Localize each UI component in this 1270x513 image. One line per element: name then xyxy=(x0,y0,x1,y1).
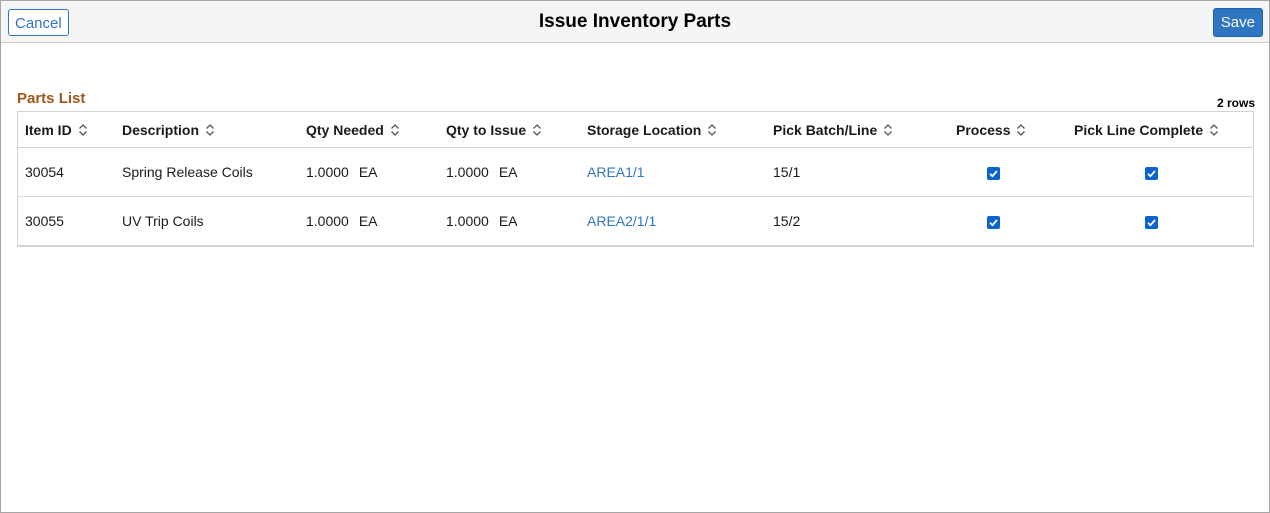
description-cell: UV Trip Coils xyxy=(122,213,204,229)
column-header-item-id[interactable]: Item ID xyxy=(25,112,88,147)
parts-list-title: Parts List xyxy=(17,90,86,107)
row-count: 2 rows xyxy=(1216,96,1255,110)
grid-header-row: Item ID Description Qty Needed Qty to Is… xyxy=(18,112,1253,148)
qty-needed-value: 1.0000 xyxy=(306,164,349,180)
qty-to-issue-unit: EA xyxy=(498,213,518,229)
qty-to-issue-value: 1.0000 xyxy=(446,213,489,229)
pick-line-complete-cell xyxy=(1145,197,1158,245)
sort-icon[interactable] xyxy=(532,123,542,137)
process-checkbox[interactable] xyxy=(987,166,1000,180)
storage-location-cell: AREA2/1/1 xyxy=(587,197,656,245)
column-header-storage-location[interactable]: Storage Location xyxy=(587,112,717,147)
item-id-cell: 30054 xyxy=(25,164,64,180)
process-checkbox[interactable] xyxy=(987,215,1000,229)
column-header-label: Qty to Issue xyxy=(446,121,527,138)
item-id-cell: 30055 xyxy=(25,213,64,229)
column-header-label: Description xyxy=(122,121,200,138)
sort-icon[interactable] xyxy=(1209,123,1219,137)
qty-needed-unit: EA xyxy=(358,164,378,180)
table-row: 30055 UV Trip Coils 1.0000 EA 1.0000 EA AR… xyxy=(18,197,1253,245)
qty-needed-value: 1.0000 xyxy=(306,213,349,229)
storage-location-cell: AREA1/1 xyxy=(587,148,645,196)
parts-list-grid: Item ID Description Qty Needed Qty to Is… xyxy=(17,111,1254,247)
column-header-qty-to-issue[interactable]: Qty to Issue xyxy=(446,112,542,147)
pick-batch-line-cell: 15/2 xyxy=(773,213,801,229)
process-cell xyxy=(987,197,1000,245)
checkmark-icon xyxy=(1147,169,1156,178)
save-button[interactable]: Save xyxy=(1212,8,1263,37)
column-header-pick-line-complete[interactable]: Pick Line Complete xyxy=(1074,112,1219,147)
pick-line-complete-checkbox[interactable] xyxy=(1145,215,1158,229)
pick-batch-line-cell: 15/1 xyxy=(773,164,801,180)
qty-to-issue-cell: 1.0000 EA xyxy=(446,148,518,196)
storage-location-link[interactable]: AREA1/1 xyxy=(587,164,645,180)
column-header-label: Pick Line Complete xyxy=(1074,121,1204,138)
sort-icon[interactable] xyxy=(883,123,893,137)
storage-location-link[interactable]: AREA2/1/1 xyxy=(587,213,656,229)
issue-inventory-parts-dialog: Cancel Issue Inventory Parts Save Parts … xyxy=(0,0,1270,513)
sort-icon[interactable] xyxy=(390,123,400,137)
column-header-label: Qty Needed xyxy=(306,121,384,138)
qty-needed-cell: 1.0000 EA xyxy=(306,197,378,245)
description-cell: Spring Release Coils xyxy=(122,164,253,180)
qty-to-issue-unit: EA xyxy=(498,164,518,180)
column-header-description[interactable]: Description xyxy=(122,112,215,147)
column-header-pick-batch-line[interactable]: Pick Batch/Line xyxy=(773,112,893,147)
process-cell xyxy=(987,148,1000,196)
sort-icon[interactable] xyxy=(78,123,88,137)
column-header-process[interactable]: Process xyxy=(956,112,1026,147)
sort-icon[interactable] xyxy=(205,123,215,137)
checkmark-icon xyxy=(1147,218,1156,227)
qty-needed-unit: EA xyxy=(358,213,378,229)
sort-icon[interactable] xyxy=(1016,123,1026,137)
checkmark-icon xyxy=(989,218,998,227)
column-header-qty-needed[interactable]: Qty Needed xyxy=(306,112,400,147)
checkmark-icon xyxy=(989,169,998,178)
pick-line-complete-checkbox[interactable] xyxy=(1145,166,1158,180)
qty-needed-cell: 1.0000 EA xyxy=(306,148,378,196)
column-header-label: Process xyxy=(956,121,1011,138)
page-title: Issue Inventory Parts xyxy=(538,11,732,32)
column-header-label: Storage Location xyxy=(587,121,702,138)
table-row: 30054 Spring Release Coils 1.0000 EA 1.00… xyxy=(18,148,1253,197)
qty-to-issue-value: 1.0000 xyxy=(446,164,489,180)
pick-line-complete-cell xyxy=(1145,148,1158,196)
column-header-label: Item ID xyxy=(25,121,72,138)
sort-icon[interactable] xyxy=(707,123,717,137)
dialog-header: Cancel Issue Inventory Parts Save xyxy=(1,1,1269,43)
column-header-label: Pick Batch/Line xyxy=(773,121,878,138)
qty-to-issue-cell: 1.0000 EA xyxy=(446,197,518,245)
